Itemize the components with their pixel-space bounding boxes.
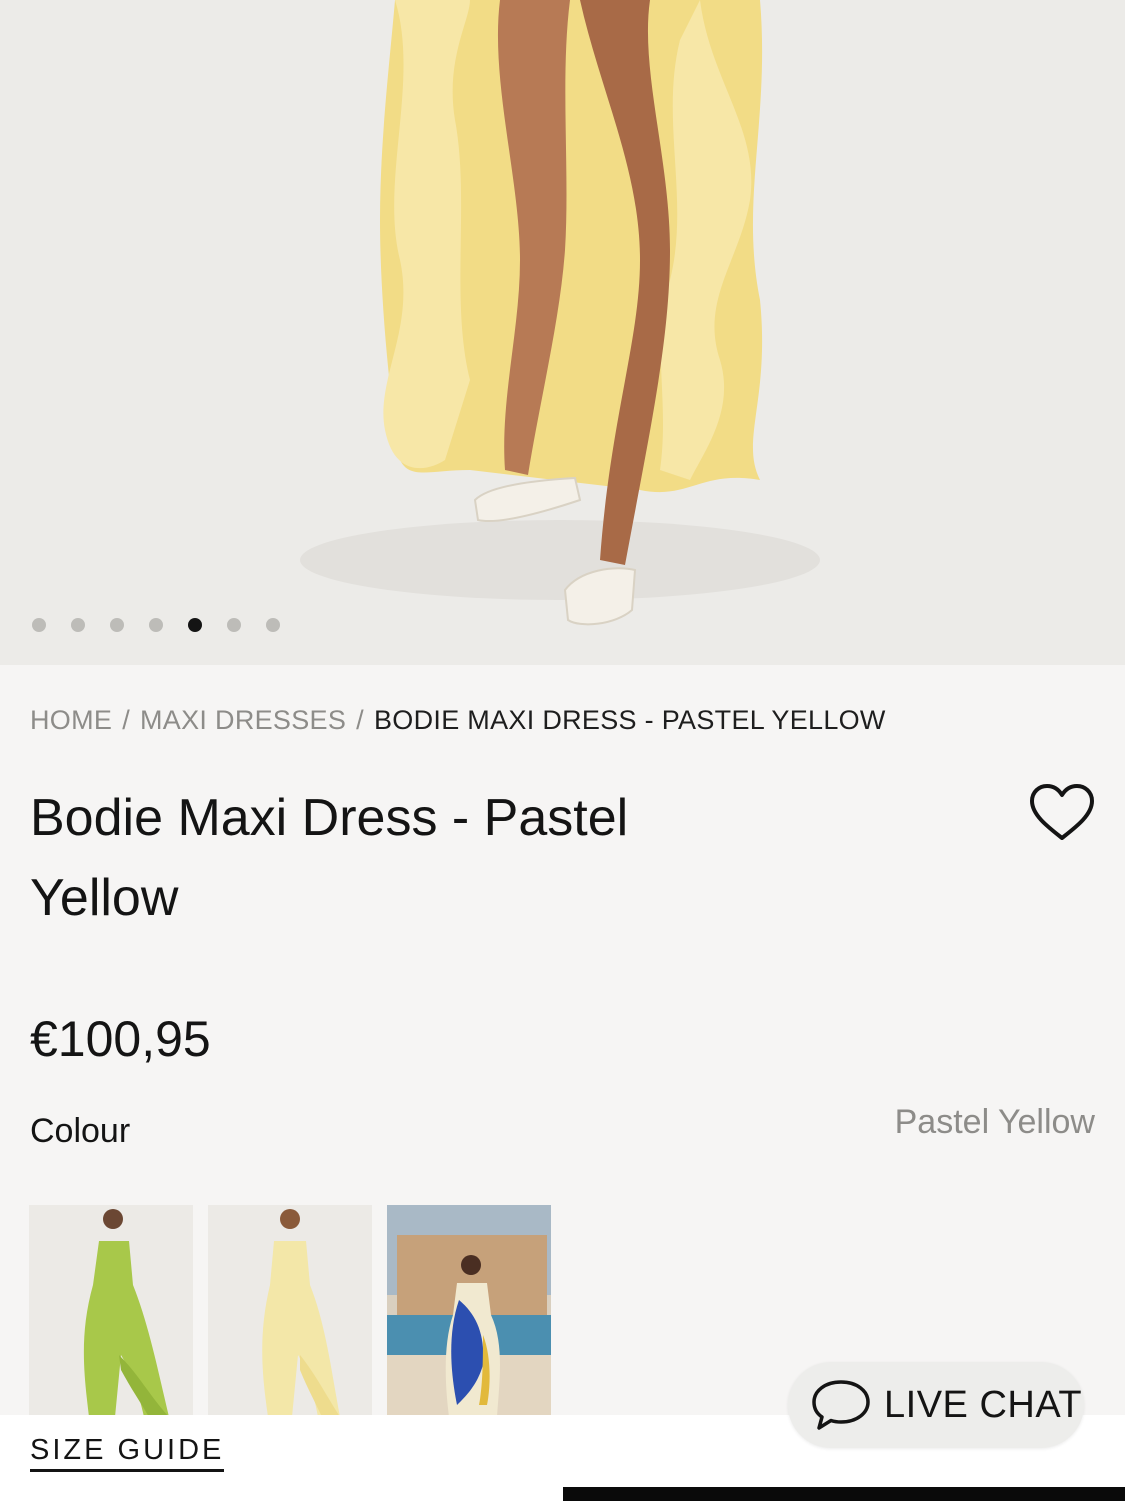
product-price: €100,95 bbox=[30, 1011, 211, 1067]
selected-colour-value: Pastel Yellow bbox=[894, 1103, 1095, 1141]
colour-swatch-blue-print[interactable] bbox=[387, 1205, 551, 1417]
breadcrumb-current: BODIE MAXI DRESS - PASTEL YELLOW bbox=[373, 705, 886, 735]
colour-swatch-lime-green[interactable] bbox=[29, 1205, 193, 1417]
breadcrumb-separator: / bbox=[356, 705, 364, 735]
gallery-dot-2[interactable] bbox=[71, 618, 85, 632]
product-photo-illustration bbox=[0, 0, 1125, 665]
gallery-pagination bbox=[32, 618, 280, 632]
breadcrumb-maxi-dresses[interactable]: MAXI DRESSES bbox=[140, 705, 346, 735]
colour-label: Colour bbox=[30, 1112, 131, 1150]
chat-bubble-icon bbox=[812, 1380, 870, 1430]
gallery-dot-4[interactable] bbox=[149, 618, 163, 632]
product-image[interactable] bbox=[0, 0, 1125, 665]
gallery-dot-5-active[interactable] bbox=[188, 618, 202, 632]
add-to-bag-bar-edge[interactable] bbox=[563, 1487, 1125, 1501]
gallery-dot-6[interactable] bbox=[227, 618, 241, 632]
breadcrumb-home[interactable]: HOME bbox=[30, 705, 112, 735]
wishlist-button[interactable] bbox=[1028, 782, 1096, 842]
swatch-thumbnail-blue-print bbox=[387, 1205, 551, 1417]
gallery-dot-1[interactable] bbox=[32, 618, 46, 632]
colour-swatches bbox=[29, 1205, 551, 1417]
swatch-thumbnail-yellow bbox=[208, 1205, 372, 1417]
product-title: Bodie Maxi Dress - Pastel Yellow bbox=[30, 789, 629, 927]
gallery-dot-7[interactable] bbox=[266, 618, 280, 632]
size-guide-link[interactable]: SIZE GUIDE bbox=[30, 1434, 225, 1472]
live-chat-label: LIVE CHAT bbox=[884, 1383, 1083, 1426]
live-chat-button[interactable]: LIVE CHAT bbox=[788, 1362, 1084, 1448]
swatch-thumbnail-green bbox=[29, 1205, 193, 1417]
gallery-dot-3[interactable] bbox=[110, 618, 124, 632]
breadcrumb: HOME / MAXI DRESSES / BODIE MAXI DRESS - PAS… bbox=[30, 705, 886, 736]
heart-icon bbox=[1030, 784, 1094, 840]
breadcrumb-separator: / bbox=[122, 705, 131, 735]
colour-swatch-pastel-yellow[interactable] bbox=[208, 1205, 372, 1417]
